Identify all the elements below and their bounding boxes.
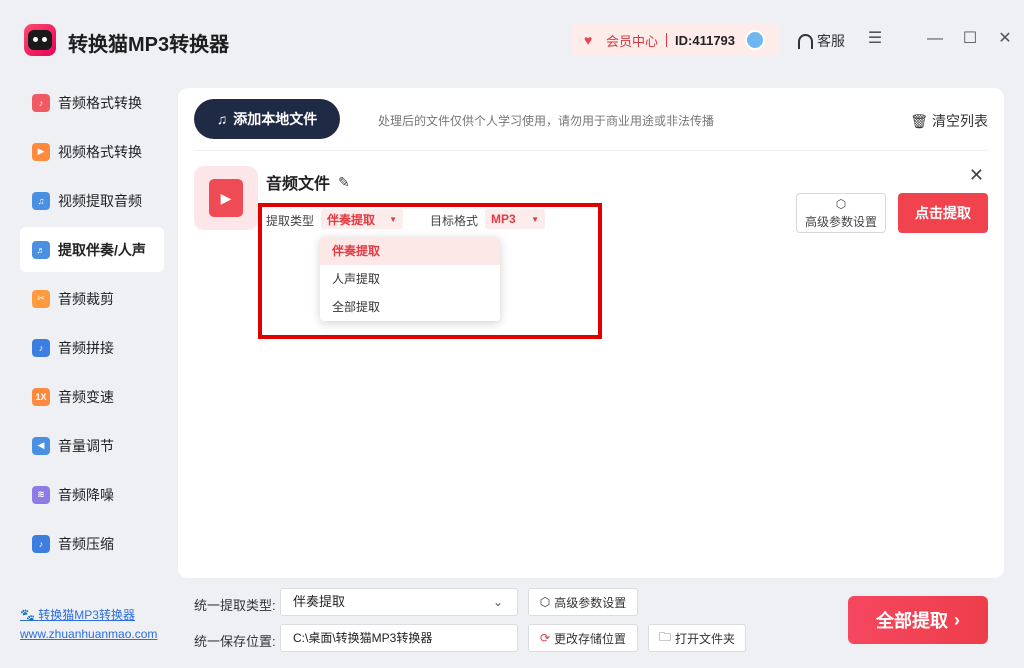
highlight-box bbox=[258, 203, 602, 339]
clear-list-label: 清空列表 bbox=[932, 113, 988, 129]
open-folder-button[interactable]: 🗀 打开文件夹 bbox=[648, 624, 746, 652]
sidebar-item-label: 音频拼接 bbox=[58, 339, 114, 356]
video-format-icon: ▶ bbox=[32, 142, 50, 161]
sidebar-item-audio-speed[interactable]: 1X 音频变速 bbox=[20, 374, 164, 419]
divider bbox=[194, 150, 988, 151]
audio-join-icon: ♪ bbox=[32, 338, 50, 357]
file-name: 音频文件 bbox=[266, 176, 331, 193]
video-extract-icon: ♫ bbox=[32, 191, 50, 210]
main-panel: ♫ 添加本地文件 处理后的文件仅供个人学习使用，请勿用于商业用途或非法传播 🗑 … bbox=[178, 88, 1004, 578]
extract-all-button[interactable]: 全部提取 › bbox=[848, 596, 988, 644]
add-local-file-label: 添加本地文件 bbox=[233, 111, 318, 127]
audio-speed-icon: 1X bbox=[32, 387, 50, 406]
bottom-bar: 统一提取类型: 伴奏提取 ⌄ ⬡ 高级参数设置 统一保存位置: C:\桌面\转换… bbox=[178, 586, 1004, 668]
sidebar-item-audio-format[interactable]: ♪ 音频格式转换 bbox=[20, 80, 164, 125]
sidebar-item-label: 音频降噪 bbox=[58, 486, 114, 503]
advanced-settings-button[interactable]: ⬡ 高级参数设置 bbox=[796, 193, 886, 233]
file-thumbnail: ▶ bbox=[194, 166, 258, 230]
title-bar: 转换猫MP3转换器 ♥ 会员中心 ID:411793 客服 ☰ — ☐ ✕ bbox=[0, 0, 1024, 80]
sidebar-item-label: 视频格式转换 bbox=[58, 143, 142, 160]
music-add-icon: ♫ bbox=[216, 111, 228, 127]
sidebar-item-label: 提取伴奏/人声 bbox=[58, 241, 146, 258]
sidebar-item-label: 视频提取音频 bbox=[58, 192, 142, 209]
remove-file-icon[interactable]: ✕ bbox=[969, 166, 984, 184]
close-window-icon[interactable]: ✕ bbox=[996, 30, 1014, 48]
chevron-right-icon: › bbox=[954, 609, 960, 630]
change-path-button[interactable]: ⟳ 更改存储位置 bbox=[528, 624, 638, 652]
sidebar-item-label: 音频压缩 bbox=[58, 535, 114, 552]
sidebar-item-denoise[interactable]: ≋ 音频降噪 bbox=[20, 472, 164, 517]
bottom-advanced-label: 高级参数设置 bbox=[554, 595, 627, 610]
hexagon-settings-icon: ⬡ bbox=[539, 595, 551, 609]
change-path-label: 更改存储位置 bbox=[554, 631, 627, 646]
sidebar-item-compress[interactable]: ♪ 音频压缩 bbox=[20, 521, 164, 566]
add-local-file-button[interactable]: ♫ 添加本地文件 bbox=[194, 99, 340, 139]
compress-icon: ♪ bbox=[32, 534, 50, 553]
footer-brand-link[interactable]: 🐾 转换猫MP3转换器 bbox=[20, 606, 157, 623]
unified-type-select[interactable]: 伴奏提取 ⌄ bbox=[280, 588, 518, 616]
chevron-down-icon: ⌄ bbox=[492, 595, 503, 609]
sidebar-item-video-format[interactable]: ▶ 视频格式转换 bbox=[20, 129, 164, 174]
vocal-extract-icon: ♬ bbox=[32, 240, 50, 259]
customer-service-label: 客服 bbox=[817, 33, 845, 49]
menu-icon[interactable]: ☰ bbox=[866, 30, 884, 48]
member-center-button[interactable]: ♥ 会员中心 ID:411793 bbox=[572, 24, 780, 56]
hexagon-settings-icon: ⬡ bbox=[835, 196, 847, 211]
sidebar-item-video-extract[interactable]: ♫ 视频提取音频 bbox=[20, 178, 164, 223]
save-path-label: 统一保存位置: bbox=[194, 634, 276, 649]
sidebar-item-audio-cut[interactable]: ✂ 音频裁剪 bbox=[20, 276, 164, 321]
audio-format-icon: ♪ bbox=[32, 93, 50, 112]
sidebar-item-audio-join[interactable]: ♪ 音频拼接 bbox=[20, 325, 164, 370]
diamond-icon: ♥ bbox=[584, 32, 593, 48]
sidebar-item-label: 音频裁剪 bbox=[58, 290, 114, 307]
folder-icon: 🗀 bbox=[658, 629, 671, 644]
unified-type-value: 伴奏提取 bbox=[293, 594, 346, 609]
unified-type-label: 统一提取类型: bbox=[194, 598, 276, 613]
sidebar-item-label: 音量调节 bbox=[58, 437, 114, 454]
save-path-field[interactable]: C:\桌面\转换猫MP3转换器 bbox=[280, 624, 518, 652]
extract-button[interactable]: 点击提取 bbox=[898, 193, 988, 233]
edit-icon[interactable]: ✎ bbox=[338, 174, 350, 191]
bottom-advanced-button[interactable]: ⬡ 高级参数设置 bbox=[528, 588, 638, 616]
sidebar-item-vocal-extract[interactable]: ♬ 提取伴奏/人声 bbox=[20, 227, 164, 272]
minimize-icon[interactable]: — bbox=[926, 30, 944, 48]
audio-file-icon: ▶ bbox=[209, 179, 243, 217]
avatar[interactable] bbox=[745, 30, 766, 50]
trash-icon: 🗑 bbox=[910, 112, 928, 129]
sidebar-item-label: 音频变速 bbox=[58, 388, 114, 405]
open-folder-label: 打开文件夹 bbox=[675, 631, 736, 646]
sidebar-item-volume[interactable]: ◀ 音量调节 bbox=[20, 423, 164, 468]
extract-all-label: 全部提取 bbox=[876, 611, 948, 631]
volume-icon: ◀ bbox=[32, 436, 50, 455]
clear-list-button[interactable]: 🗑 清空列表 bbox=[910, 111, 988, 131]
sidebar-item-label: 音频格式转换 bbox=[58, 94, 142, 111]
sidebar: ♪ 音频格式转换 ▶ 视频格式转换 ♫ 视频提取音频 ♬ 提取伴奏/人声 ✂ 音… bbox=[20, 80, 164, 570]
member-center-label: 会员中心 bbox=[606, 33, 659, 49]
footer-brand-label: 转换猫MP3转换器 bbox=[38, 608, 135, 622]
headset-icon bbox=[798, 33, 813, 49]
app-logo-icon bbox=[24, 24, 56, 56]
user-id: ID:411793 bbox=[675, 32, 736, 48]
file-name-row: 音频文件 ✎ bbox=[266, 170, 350, 194]
audio-cut-icon: ✂ bbox=[32, 289, 50, 308]
denoise-icon: ≋ bbox=[32, 485, 50, 504]
maximize-icon[interactable]: ☐ bbox=[961, 30, 979, 48]
refresh-icon: ⟳ bbox=[539, 631, 551, 645]
advanced-settings-label: 高级参数设置 bbox=[804, 214, 877, 229]
app-title: 转换猫MP3转换器 bbox=[68, 34, 230, 56]
member-divider bbox=[666, 33, 668, 47]
customer-service-button[interactable]: 客服 bbox=[798, 31, 845, 51]
sidebar-footer: 🐾 转换猫MP3转换器 www.zhuanhuanmao.com bbox=[20, 606, 157, 641]
footer-url-link[interactable]: www.zhuanhuanmao.com bbox=[20, 627, 157, 641]
usage-notice: 处理后的文件仅供个人学习使用，请勿用于商业用途或非法传播 bbox=[378, 114, 715, 128]
